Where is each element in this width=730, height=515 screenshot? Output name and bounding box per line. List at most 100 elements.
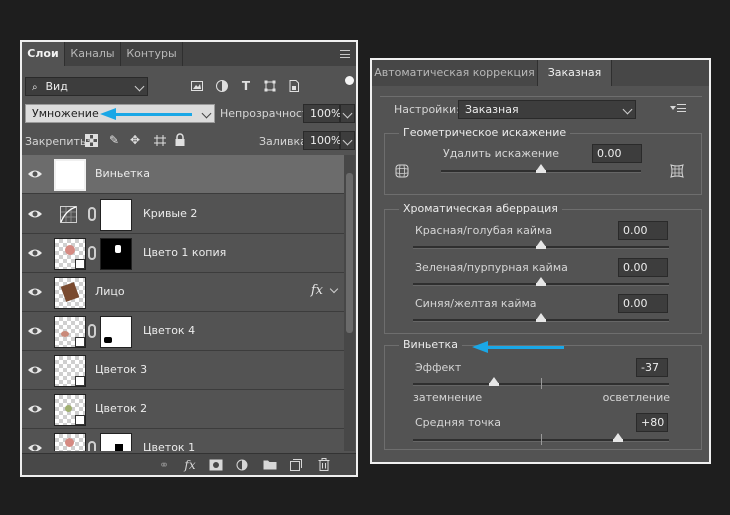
layer-name: Цвето 1 копия (143, 246, 227, 259)
link-icon (88, 246, 96, 260)
shape-filter-icon[interactable] (263, 79, 277, 93)
fx-icon[interactable]: fx (182, 457, 198, 473)
add-mask-icon[interactable] (208, 457, 224, 473)
layer-row-flower-1-copy[interactable]: Цвето 1 копия (22, 234, 345, 273)
green-magenta-input[interactable]: 0.00 (618, 258, 668, 277)
blue-yellow-label: Синяя/желтая кайма (415, 297, 537, 310)
eye-icon[interactable] (27, 363, 43, 377)
eye-icon[interactable] (27, 441, 43, 451)
green-magenta-slider[interactable] (413, 277, 669, 286)
layer-filter-select[interactable]: ⌕ Вид (25, 77, 148, 96)
red-cyan-slider[interactable] (413, 240, 669, 249)
smart-object-icon (75, 259, 85, 269)
lock-all-icon[interactable] (174, 133, 186, 147)
slider-knob[interactable] (488, 377, 499, 386)
layer-thumbnail (54, 277, 86, 309)
layer-thumbnail (54, 238, 86, 270)
slider-knob[interactable] (536, 313, 546, 322)
slider-knob[interactable] (536, 240, 546, 249)
layer-thumbnail (54, 316, 86, 348)
smart-object-icon (75, 415, 85, 425)
eye-icon[interactable] (27, 167, 43, 181)
eye-icon[interactable] (27, 285, 43, 299)
slider-center-tick (541, 378, 542, 389)
eye-icon[interactable] (27, 402, 43, 416)
opacity-dropdown[interactable] (340, 104, 355, 123)
remove-distortion-label: Удалить искажение (443, 147, 559, 160)
smart-object-filter-icon[interactable] (287, 79, 301, 93)
vignette-amount-slider[interactable] (413, 377, 669, 389)
remove-distortion-slider[interactable] (441, 164, 641, 173)
tab-channels[interactable]: Каналы (65, 42, 121, 66)
geometric-distortion-group: Геометрическое искажение Удалить искажен… (384, 126, 702, 195)
layer-row-curves[interactable]: Кривые 2 (22, 195, 345, 234)
layer-row-flower-4[interactable]: Цветок 4 (22, 312, 345, 351)
filter-toggle-switch[interactable] (345, 76, 354, 85)
image-filter-icon[interactable] (190, 79, 204, 93)
tab-custom[interactable]: Заказная (538, 60, 612, 86)
layer-name: Цветок 3 (95, 363, 148, 376)
effect-input[interactable]: -37 (636, 358, 668, 377)
type-filter-icon[interactable]: T (238, 79, 254, 93)
effect-label: Эффект (415, 361, 462, 374)
annotation-arrow (472, 341, 564, 353)
fill-dropdown[interactable] (340, 131, 355, 150)
new-adjustment-icon[interactable] (234, 457, 250, 473)
layer-name: Виньетка (95, 167, 150, 180)
trash-icon[interactable] (316, 457, 332, 473)
midpoint-input[interactable]: +80 (636, 413, 668, 432)
settings-menu-icon[interactable] (670, 104, 686, 114)
fx-icon[interactable]: fx (311, 283, 323, 298)
layer-row-face[interactable]: Лицо fx (22, 273, 345, 312)
eye-icon[interactable] (27, 246, 43, 260)
slider-knob[interactable] (536, 164, 546, 173)
layer-row-flower-1[interactable]: Цветок 1 (22, 429, 345, 451)
eye-icon[interactable] (27, 207, 43, 221)
layer-row-flower-2[interactable]: Цветок 2 (22, 390, 345, 429)
layer-name: Кривые 2 (143, 207, 198, 220)
tab-layers[interactable]: Слои (22, 42, 65, 66)
divider (380, 96, 702, 97)
adjustment-filter-icon[interactable] (215, 79, 229, 93)
link-layers-icon[interactable]: ⚭ (156, 457, 172, 473)
panel-menu-icon[interactable] (340, 50, 350, 58)
tab-paths[interactable]: Контуры (121, 42, 183, 66)
group-title: Хроматическая аберрация (399, 202, 562, 215)
lock-transparent-icon[interactable] (85, 134, 98, 147)
new-layer-icon[interactable] (288, 457, 304, 473)
layers-scrollbar[interactable] (344, 155, 355, 451)
link-icon (88, 324, 96, 338)
slider-knob[interactable] (612, 433, 623, 442)
layer-mask-thumbnail (100, 433, 132, 451)
layer-row-vignette[interactable]: Виньетка (22, 155, 345, 194)
group-title: Виньетка (399, 338, 462, 351)
settings-value: Заказная (465, 103, 519, 116)
eye-icon[interactable] (27, 324, 43, 338)
scrollbar-thumb[interactable] (346, 173, 353, 333)
layer-mask-thumbnail (100, 238, 132, 270)
chevron-down-icon (342, 135, 353, 146)
slider-center-tick (541, 434, 542, 445)
fill-input[interactable]: 100% (303, 131, 341, 150)
settings-select[interactable]: Заказная (458, 100, 636, 119)
chevron-down-icon[interactable] (329, 284, 339, 294)
midpoint-slider[interactable] (413, 433, 669, 445)
opacity-input[interactable]: 100% (303, 104, 341, 123)
link-icon (88, 441, 96, 451)
blue-yellow-slider[interactable] (413, 313, 669, 322)
red-cyan-input[interactable]: 0.00 (618, 221, 668, 240)
lock-pixels-icon[interactable]: ✎ (106, 133, 122, 147)
lock-position-icon[interactable]: ✥ (127, 133, 143, 147)
layer-row-flower-3[interactable]: Цветок 3 (22, 351, 345, 390)
blue-yellow-input[interactable]: 0.00 (618, 294, 668, 313)
lock-artboard-icon[interactable] (153, 134, 167, 147)
new-group-icon[interactable] (262, 457, 278, 473)
lens-tabbar: Автоматическая коррекция Заказная (372, 60, 709, 86)
layer-mask-thumbnail (100, 199, 132, 231)
group-title: Геометрическое искажение (399, 126, 571, 139)
tab-auto-correction[interactable]: Автоматическая коррекция (372, 60, 538, 86)
layer-thumbnail (54, 159, 86, 191)
layer-mask-thumbnail (100, 316, 132, 348)
slider-knob[interactable] (536, 277, 546, 286)
remove-distortion-input[interactable]: 0.00 (592, 144, 642, 163)
